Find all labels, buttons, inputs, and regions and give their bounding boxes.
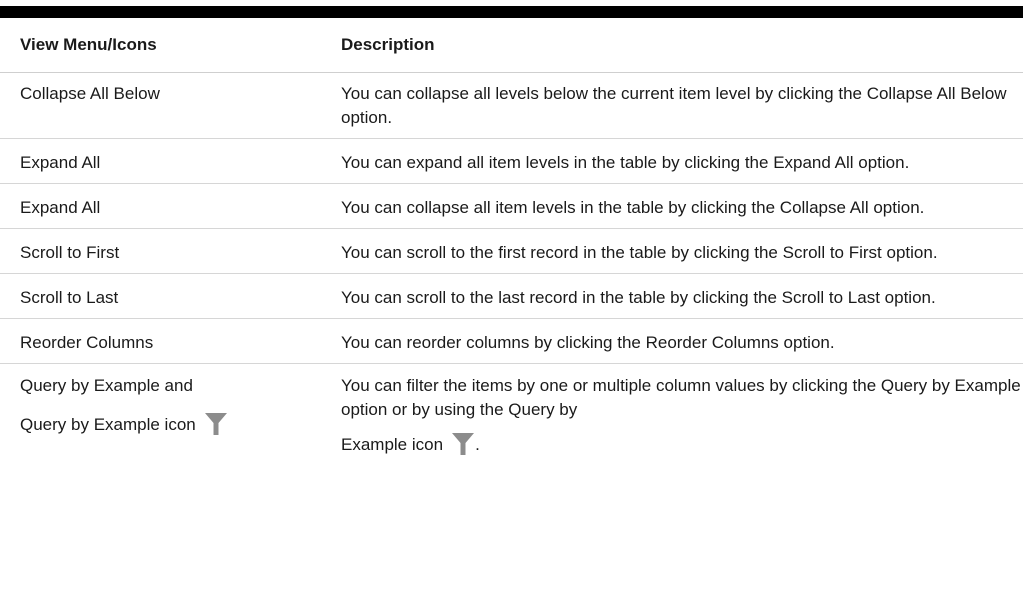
row-name: Expand All: [0, 138, 320, 184]
row-description-tail-text: Example icon: [341, 435, 444, 454]
row-description: You can reorder columns by clicking the …: [320, 318, 1023, 364]
column-header-description: Description: [320, 18, 1023, 73]
column-header-view-menu: View Menu/Icons: [0, 18, 320, 73]
header-row: View Menu/Icons Description: [0, 18, 1023, 73]
row-name: Scroll to First: [0, 228, 320, 274]
row-name: Reorder Columns: [0, 318, 320, 364]
row-name-line-2-text: Query by Example icon: [20, 415, 196, 434]
table-row: Scroll to Last You can scroll to the las…: [0, 273, 1023, 319]
table-row: Scroll to First You can scroll to the fi…: [0, 228, 1023, 274]
row-name-line-2: Query by Example icon: [20, 412, 320, 443]
row-description-main: You can filter the items by one or multi…: [341, 376, 1021, 419]
table-row: Reorder Columns You can reorder columns …: [0, 318, 1023, 364]
filter-funnel-icon: [451, 432, 475, 463]
row-name: Query by Example and Query by Example ic…: [0, 364, 320, 472]
row-description-tail: Example icon.: [341, 432, 1023, 463]
row-description: You can scroll to the last record in the…: [320, 273, 1023, 319]
table-row: Expand All You can expand all item level…: [0, 138, 1023, 184]
table-row: Query by Example and Query by Example ic…: [0, 364, 1023, 472]
row-description: You can expand all item levels in the ta…: [320, 138, 1023, 184]
row-description: You can collapse all item levels in the …: [320, 183, 1023, 229]
filter-funnel-icon: [204, 412, 228, 443]
table-row: Collapse All Below You can collapse all …: [0, 72, 1023, 139]
view-menu-table: View Menu/Icons Description Collapse All…: [0, 18, 1023, 471]
row-name: Collapse All Below: [0, 72, 320, 139]
row-name: Scroll to Last: [0, 273, 320, 319]
row-description: You can collapse all levels below the cu…: [320, 72, 1023, 139]
row-description: You can filter the items by one or multi…: [320, 364, 1023, 472]
row-description-end: .: [475, 435, 480, 454]
row-description: You can scroll to the first record in th…: [320, 228, 1023, 274]
row-name-line-1: Query by Example and: [20, 376, 193, 395]
top-rule: [0, 6, 1023, 18]
row-name: Expand All: [0, 183, 320, 229]
table-row: Expand All You can collapse all item lev…: [0, 183, 1023, 229]
